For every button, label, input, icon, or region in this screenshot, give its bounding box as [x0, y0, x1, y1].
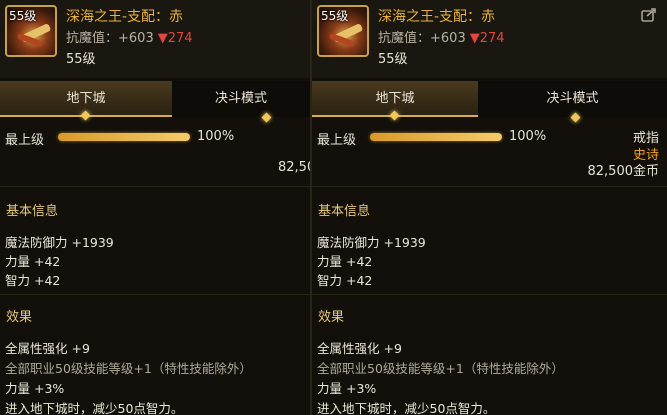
basic-info-heading: 基本信息: [6, 204, 59, 219]
grade-progress-bar: [58, 133, 190, 141]
effect-line: 全部职业50级技能等级+1（特性技能除外）: [317, 361, 564, 376]
resist-label: 抗魔值：: [378, 31, 431, 46]
tab-gem-icon: [261, 112, 272, 123]
resist-label: 抗魔值：: [66, 31, 119, 46]
tab-bar: 地下城 决斗模式: [0, 81, 310, 123]
tab-duel[interactable]: 决斗模式: [478, 81, 667, 123]
effect-line: 进入地下城时，减少50点智力。: [317, 401, 496, 415]
tab-gem-icon: [570, 112, 581, 123]
resist-line: 抗魔值：+603 ▼274: [378, 27, 505, 46]
effect-line: 力量 +3%: [317, 381, 377, 396]
stat-line: 魔法防御力 +1939: [317, 235, 426, 250]
tab-bar: 地下城 决斗模式: [312, 81, 667, 123]
stat-line: 魔法防御力 +1939: [5, 235, 114, 250]
effect-line: 进入地下城时，减少50点智力。: [5, 401, 184, 415]
tab-duel-label: 决斗模式: [546, 91, 599, 106]
item-title: 深海之王-支配：赤: [378, 9, 496, 25]
item-header: 55级 深海之王-支配：赤 抗魔值：+603 ▼274 55级: [312, 0, 667, 78]
icon-level-label: 55级: [321, 9, 349, 23]
price-text: 82,50: [278, 160, 310, 175]
divider: [0, 186, 310, 187]
item-icon: 55级: [317, 5, 369, 57]
divider: [0, 294, 310, 295]
effects-heading: 效果: [6, 310, 33, 325]
tab-gem-icon: [389, 110, 400, 121]
item-level: 55级: [66, 52, 96, 67]
tooltip-panel-right: 55级 深海之王-支配：赤 抗魔值：+603 ▼274 55级 地下城 决斗模式 …: [312, 0, 667, 415]
basic-info-heading: 基本信息: [318, 204, 371, 219]
resist-line: 抗魔值：+603 ▼274: [66, 27, 193, 46]
tab-duel-label: 决斗模式: [214, 91, 267, 106]
item-level: 55级: [378, 52, 408, 67]
tab-gem-icon: [80, 110, 91, 121]
tab-dungeon-label: 地下城: [375, 91, 415, 106]
item-header: 55级 深海之王-支配：赤 抗魔值：+603 ▼274 55级: [0, 0, 310, 78]
grade-percent: 100%: [509, 129, 547, 144]
divider: [312, 294, 667, 295]
resist-down: ▼274: [469, 31, 505, 46]
grade-progress-bar: [370, 133, 502, 141]
grade-label: 最上级: [5, 133, 45, 148]
divider: [312, 186, 667, 187]
resist-value: +603: [430, 31, 466, 46]
stat-line: 力量 +42: [5, 254, 61, 269]
item-icon: 55级: [5, 5, 57, 57]
effect-line: 力量 +3%: [5, 381, 65, 396]
stat-line: 智力 +42: [317, 273, 373, 288]
item-title: 深海之王-支配：赤: [66, 9, 184, 25]
price-text: 82,500金币: [587, 164, 660, 179]
tab-dungeon[interactable]: 地下城: [0, 81, 172, 121]
grade-label: 最上级: [317, 133, 357, 148]
tab-dungeon-label: 地下城: [66, 91, 106, 106]
icon-level-label: 55级: [9, 9, 37, 23]
resist-down: ▼274: [157, 31, 193, 46]
effect-line: 全属性强化 +9: [317, 341, 402, 356]
effect-line: 全部职业50级技能等级+1（特性技能除外）: [5, 361, 252, 376]
tab-duel[interactable]: 决斗模式: [172, 81, 310, 123]
effects-heading: 效果: [318, 310, 345, 325]
stat-line: 力量 +42: [317, 254, 373, 269]
resist-value: +603: [118, 31, 154, 46]
grade-percent: 100%: [197, 129, 235, 144]
stat-line: 智力 +42: [5, 273, 61, 288]
effect-line: 全属性强化 +9: [5, 341, 90, 356]
share-icon[interactable]: [641, 8, 657, 22]
tooltip-panel-left: 55级 深海之王-支配：赤 抗魔值：+603 ▼274 55级 地下城 决斗模式 …: [0, 0, 310, 415]
tab-dungeon[interactable]: 地下城: [312, 81, 478, 121]
